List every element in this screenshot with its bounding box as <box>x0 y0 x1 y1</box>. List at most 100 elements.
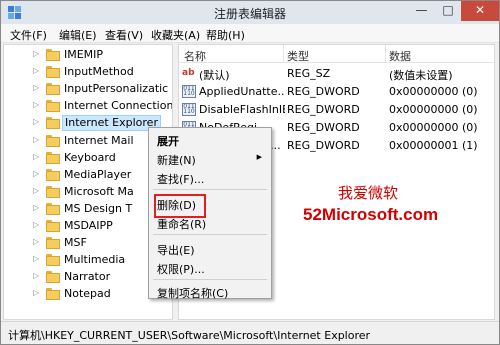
value-row[interactable]: ab (默认) REG_SZ (数值未设置) <box>179 65 494 83</box>
tree-item-label: MS Design T <box>64 201 133 215</box>
status-bar: 计算机\HKEY_CURRENT_USER\Software\Microsoft… <box>1 321 499 344</box>
expand-arrow-icon[interactable]: ▷ <box>33 220 39 229</box>
context-menu-item[interactable]: 导出(E) <box>149 239 271 259</box>
folder-icon <box>46 254 60 267</box>
tree-item[interactable]: ▷ InputMethod <box>4 64 172 81</box>
context-menu-label: 新建(N) <box>157 154 196 167</box>
value-type: REG_DWORD <box>287 103 360 116</box>
tree-item-label: MediaPlayer <box>64 167 132 181</box>
value-row[interactable]: 011 110 AppliedUnatte... REG_DWORD 0x0000000… <box>179 83 494 101</box>
expand-arrow-icon[interactable]: ▷ <box>33 169 39 178</box>
expand-arrow-icon[interactable]: ▷ <box>33 117 39 126</box>
tree-item-label: Notepad <box>64 287 111 301</box>
expand-arrow-icon[interactable]: ▷ <box>33 49 39 58</box>
context-menu-item[interactable]: 删除(D) <box>154 194 206 218</box>
value-data: 0x00000000 (0) <box>389 103 478 116</box>
value-type: REG_SZ <box>287 67 331 80</box>
expand-arrow-icon[interactable]: ▷ <box>33 203 39 212</box>
tree-item-label: Microsoft Ma <box>64 184 134 198</box>
value-name: DisableFlashInIE <box>199 103 285 116</box>
folder-icon <box>46 202 60 215</box>
folder-icon <box>46 151 60 164</box>
context-menu-item[interactable]: 复制项名称(C) <box>149 282 271 302</box>
context-menu-label: 复制项名称(C) <box>157 287 229 300</box>
expand-arrow-icon[interactable]: ▷ <box>33 135 39 144</box>
expand-arrow-icon[interactable]: ▷ <box>33 254 39 263</box>
folder-icon <box>46 288 60 301</box>
tree-item-label: Internet Explorer <box>62 115 161 132</box>
close-button[interactable]: ✕ <box>461 1 499 21</box>
menu-view[interactable]: 查看(V) <box>105 27 143 43</box>
context-menu-item[interactable]: 重命名(R) <box>149 213 271 233</box>
tree-item-label: IMEMIP <box>64 48 104 61</box>
expand-arrow-icon[interactable]: ▷ <box>33 186 39 195</box>
value-type: REG_DWORD <box>287 139 360 152</box>
value-name: AppliedUnatte... <box>199 85 285 98</box>
title-bar: 注册表编辑器 — □ ✕ <box>1 1 499 24</box>
folder-icon <box>46 83 60 96</box>
tree-item[interactable]: ▷ InputPersonalizatic <box>4 81 172 98</box>
menu-file[interactable]: 文件(F) <box>10 27 47 43</box>
expand-arrow-icon[interactable]: ▷ <box>33 100 39 109</box>
column-header-name[interactable]: 名称 <box>184 48 206 64</box>
value-data: 0x00000001 (1) <box>389 139 478 152</box>
context-menu-item[interactable]: 权限(P)... <box>149 258 271 278</box>
tree-item[interactable]: ▷ Internet Connection <box>4 98 173 115</box>
maximize-button[interactable]: □ <box>435 1 461 21</box>
tree-item-label: Keyboard <box>64 150 116 164</box>
key-path: 计算机\HKEY_CURRENT_USER\Software\Microsoft… <box>8 329 371 342</box>
tree-item-label: InputMethod <box>64 65 134 79</box>
folder-icon <box>46 220 60 232</box>
menu-help[interactable]: 帮助(H) <box>206 27 245 43</box>
column-divider[interactable] <box>283 45 284 63</box>
folder-icon <box>46 271 60 284</box>
folder-icon <box>46 117 60 130</box>
menu-separator <box>153 234 267 235</box>
folder-icon <box>46 100 60 113</box>
tree-item-label: Multimedia <box>64 253 126 267</box>
value-data: 0x00000000 (0) <box>389 121 478 134</box>
value-data: (数值未设置) <box>389 69 453 82</box>
context-menu-label: 权限(P)... <box>157 263 205 276</box>
tree-item-label: MSF <box>64 236 87 250</box>
tree-item-label: Internet Connection <box>64 99 173 113</box>
expand-arrow-icon[interactable]: ▷ <box>33 152 39 161</box>
context-menu-item[interactable]: 新建(N) ▶ <box>149 149 271 169</box>
value-type: REG_DWORD <box>287 85 360 98</box>
tree-item-label: Internet Mail <box>64 133 134 147</box>
menu-favorites[interactable]: 收藏夹(A) <box>151 27 200 43</box>
regedit-window: 注册表编辑器 — □ ✕ 文件(F) 编辑(E) 查看(V) 收藏夹(A) 帮助… <box>0 0 500 345</box>
string-value-icon: ab <box>182 68 195 78</box>
context-menu-label: 查找(F)... <box>157 173 205 186</box>
context-menu-item[interactable]: 查找(F)... <box>149 168 271 188</box>
value-row[interactable]: 011 110 DisableFlashInIE REG_DWORD 0x0000000… <box>179 101 494 119</box>
expand-arrow-icon[interactable]: ▷ <box>33 237 39 246</box>
expand-arrow-icon[interactable]: ▷ <box>33 288 39 297</box>
expand-arrow-icon[interactable]: ▷ <box>33 271 39 280</box>
value-type: REG_DWORD <box>287 121 360 134</box>
folder-icon <box>46 66 60 79</box>
context-menu-item[interactable]: 展开 <box>149 130 271 150</box>
column-header-type[interactable]: 类型 <box>287 48 309 64</box>
expand-arrow-icon[interactable]: ▷ <box>33 66 39 75</box>
context-menu-label: 删除(D) <box>157 199 197 212</box>
tree-item[interactable]: ▷ IMEMIP <box>4 47 172 64</box>
value-name: (默认) <box>199 69 230 82</box>
column-divider[interactable] <box>385 45 386 63</box>
context-menu-label: 导出(E) <box>157 244 195 257</box>
context-menu: 展开新建(N) ▶ 查找(F)... 删除(D) 重命名(R) 导出(E) 权限(P)...… <box>148 127 272 302</box>
value-data: 0x00000000 (0) <box>389 85 478 98</box>
folder-icon <box>46 49 60 61</box>
column-header-data[interactable]: 数据 <box>389 48 411 64</box>
folder-icon <box>46 185 60 198</box>
folder-icon <box>46 168 60 181</box>
tree-item-label: Narrator <box>64 270 111 284</box>
expand-arrow-icon[interactable]: ▷ <box>33 83 39 92</box>
submenu-arrow-icon: ▶ <box>256 153 262 161</box>
minimize-button[interactable]: — <box>408 1 435 21</box>
watermark-text-cn: 我爱微软 <box>338 184 399 202</box>
list-header: 名称 类型 数据 <box>179 45 494 64</box>
menu-edit[interactable]: 编辑(E) <box>59 27 97 43</box>
binary-value-icon: 011110 <box>182 103 196 116</box>
watermark-text-site: 52Microsoft.com <box>303 205 439 224</box>
